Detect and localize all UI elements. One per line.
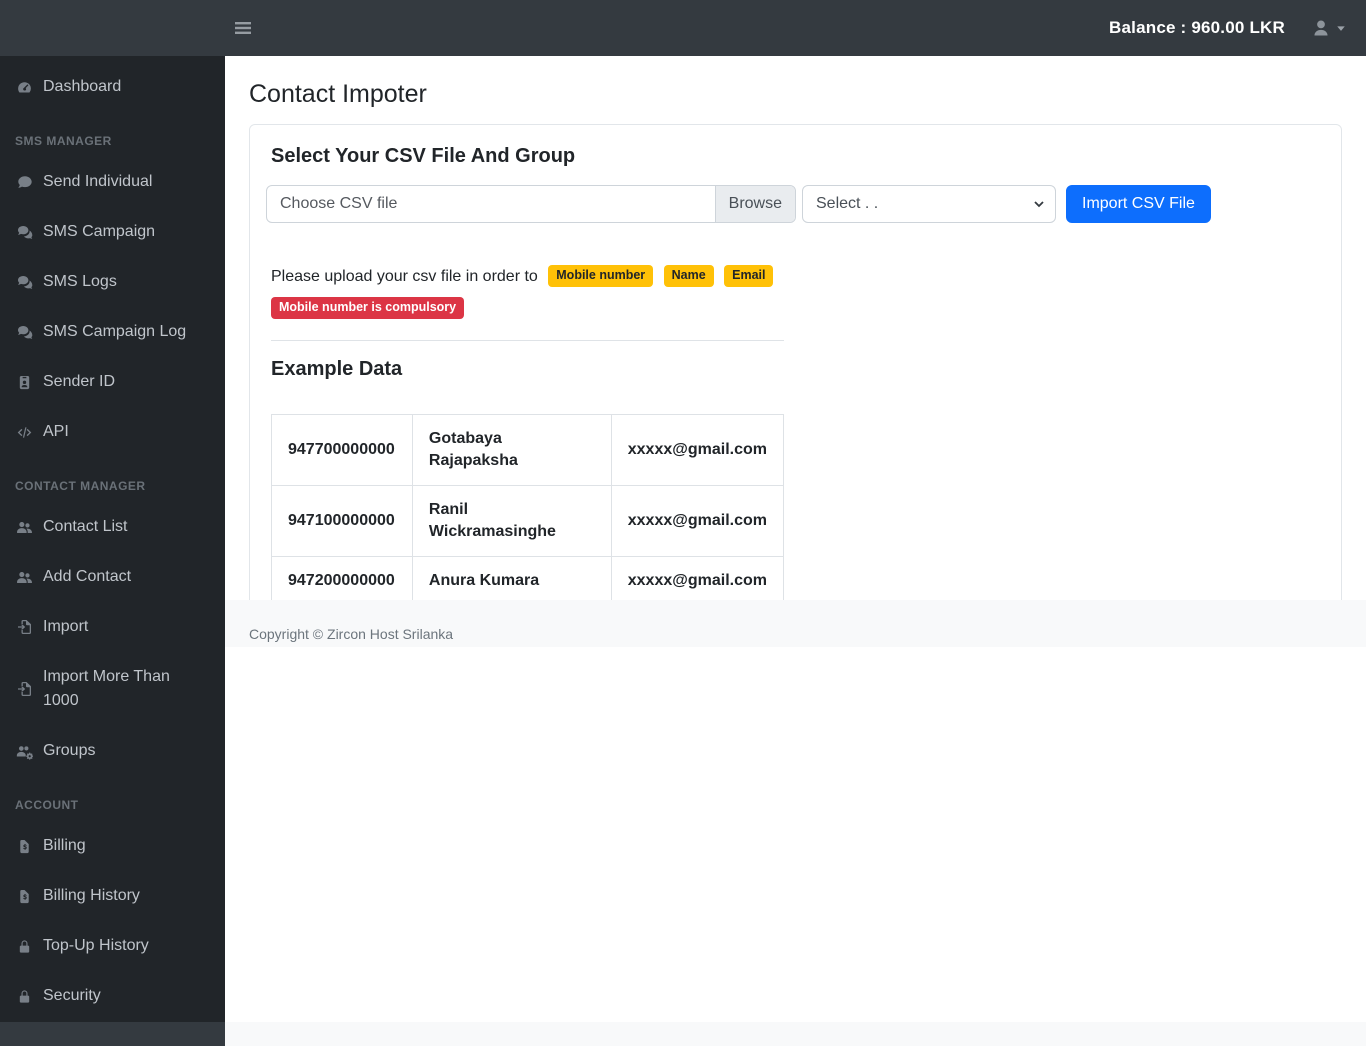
sidebar-item-sms-logs[interactable]: SMS Logs [0, 257, 225, 307]
users-icon [16, 519, 33, 536]
sidebar-item-import[interactable]: Import [0, 602, 225, 652]
cell-email: xxxxx@gmail.com [610, 555, 785, 606]
sidebar-item-send-individual[interactable]: Send Individual [0, 157, 225, 207]
file-input[interactable]: Choose CSV file Browse [266, 185, 796, 223]
topbar: Balance : 960.00 LKR [0, 0, 1366, 56]
import-form-row: Choose CSV file Browse Select . . Import… [266, 185, 1325, 223]
sidebar-item-top-up-history[interactable]: Top-Up History [0, 921, 225, 971]
sidebar-section-account: ACCOUNT [15, 798, 79, 812]
users-gear-icon [16, 743, 33, 760]
cell-phone: 947700000000 [271, 413, 413, 486]
sidebar-section-sms-manager: SMS MANAGER [15, 134, 112, 148]
copyright-text: Copyright © Zircon Host Srilanka [249, 626, 454, 642]
cell-phone: 947200000000 [271, 555, 413, 606]
cell-phone: 947100000000 [271, 484, 413, 557]
users-icon [16, 569, 33, 586]
table-row: 947200000000 Anura Kumara xxxxx@gmail.co… [271, 555, 785, 606]
file-input-placeholder: Choose CSV file [280, 195, 398, 212]
sidebar-item-billing-history[interactable]: Billing History [0, 871, 225, 921]
content-bottom-strip [225, 1022, 1366, 1046]
sidebar-item-billing[interactable]: Billing [0, 821, 225, 871]
sidebar-item-api[interactable]: API [0, 407, 225, 457]
sidebar: Dashboard SMS MANAGER Send Individual SM… [0, 56, 225, 1022]
instructions-column: Please upload your csv file in order to … [271, 265, 785, 606]
csv-import-card: Select Your CSV File And Group Choose CS… [249, 124, 1342, 643]
card-title: Select Your CSV File And Group [271, 145, 576, 167]
file-import-icon [16, 681, 33, 698]
cell-name: Gotabaya Rajapaksha [411, 413, 612, 486]
comments-icon [16, 224, 33, 241]
sidebar-bottom-strip [0, 1022, 225, 1046]
app-window: Balance : 960.00 LKR Dashboard SMS MANAG… [0, 0, 1366, 1046]
caret-down-icon [1337, 26, 1345, 31]
group-select-value: Select . . [816, 195, 879, 212]
sidebar-item-add-contact[interactable]: Add Contact [0, 552, 225, 602]
file-invoice-dollar-icon [16, 888, 33, 905]
example-data-table: 947700000000 Gotabaya Rajapaksha xxxxx@g… [271, 413, 785, 606]
badge-mobile-number: Mobile number [548, 265, 654, 287]
sidebar-item-sender-id[interactable]: Sender ID [0, 357, 225, 407]
example-data-title: Example Data [271, 357, 403, 380]
page-title: Contact Impoter [249, 80, 427, 108]
badge-name: Name [663, 265, 714, 287]
badge-mobile-compulsory: Mobile number is compulsory [271, 297, 465, 319]
page-footer: Copyright © Zircon Host Srilanka [225, 600, 1366, 647]
comments-icon [16, 274, 33, 291]
id-badge-icon [16, 374, 33, 391]
divider [271, 339, 784, 341]
lock-icon [16, 988, 33, 1005]
table-row: 947700000000 Gotabaya Rajapaksha xxxxx@g… [271, 413, 785, 486]
sidebar-item-sms-campaign-log[interactable]: SMS Campaign Log [0, 307, 225, 357]
sidebar-item-contact-list[interactable]: Contact List [0, 502, 225, 552]
cell-name: Ranil Wickramasinghe [411, 484, 612, 557]
badge-email: Email [724, 265, 774, 287]
import-csv-button[interactable]: Import CSV File [1066, 185, 1211, 223]
lock-icon [16, 938, 33, 955]
sidebar-section-contact-manager: CONTACT MANAGER [15, 479, 146, 493]
balance-text: Balance : 960.00 LKR [1109, 18, 1285, 37]
chevron-down-icon [1034, 201, 1044, 208]
code-icon [16, 424, 33, 441]
main-content: Contact Impoter Select Your CSV File And… [225, 56, 1366, 1022]
comment-icon [16, 174, 33, 191]
sidebar-item-dashboard[interactable]: Dashboard [0, 62, 225, 112]
sidebar-item-security[interactable]: Security [0, 971, 225, 1021]
sidebar-item-groups[interactable]: Groups [0, 726, 225, 776]
cell-email: xxxxx@gmail.com [610, 484, 785, 557]
table-row: 947100000000 Ranil Wickramasinghe xxxxx@… [271, 484, 785, 557]
sidebar-item-import-more-than-1000[interactable]: Import More Than 1000 [0, 652, 225, 726]
upload-note-text: Please upload your csv file in order to [271, 268, 538, 285]
cell-name: Anura Kumara [411, 555, 612, 606]
cell-email: xxxxx@gmail.com [610, 413, 785, 486]
tachometer-icon [16, 79, 33, 96]
file-invoice-dollar-icon [16, 838, 33, 855]
menu-toggle-button[interactable] [231, 17, 255, 39]
user-icon [1311, 18, 1331, 38]
user-menu-button[interactable] [1311, 18, 1346, 38]
file-import-icon [16, 619, 33, 636]
comments-icon [16, 324, 33, 341]
sidebar-item-sms-campaign[interactable]: SMS Campaign [0, 207, 225, 257]
group-select[interactable]: Select . . [802, 185, 1056, 223]
browse-button[interactable]: Browse [714, 186, 795, 222]
hamburger-icon [235, 22, 251, 34]
